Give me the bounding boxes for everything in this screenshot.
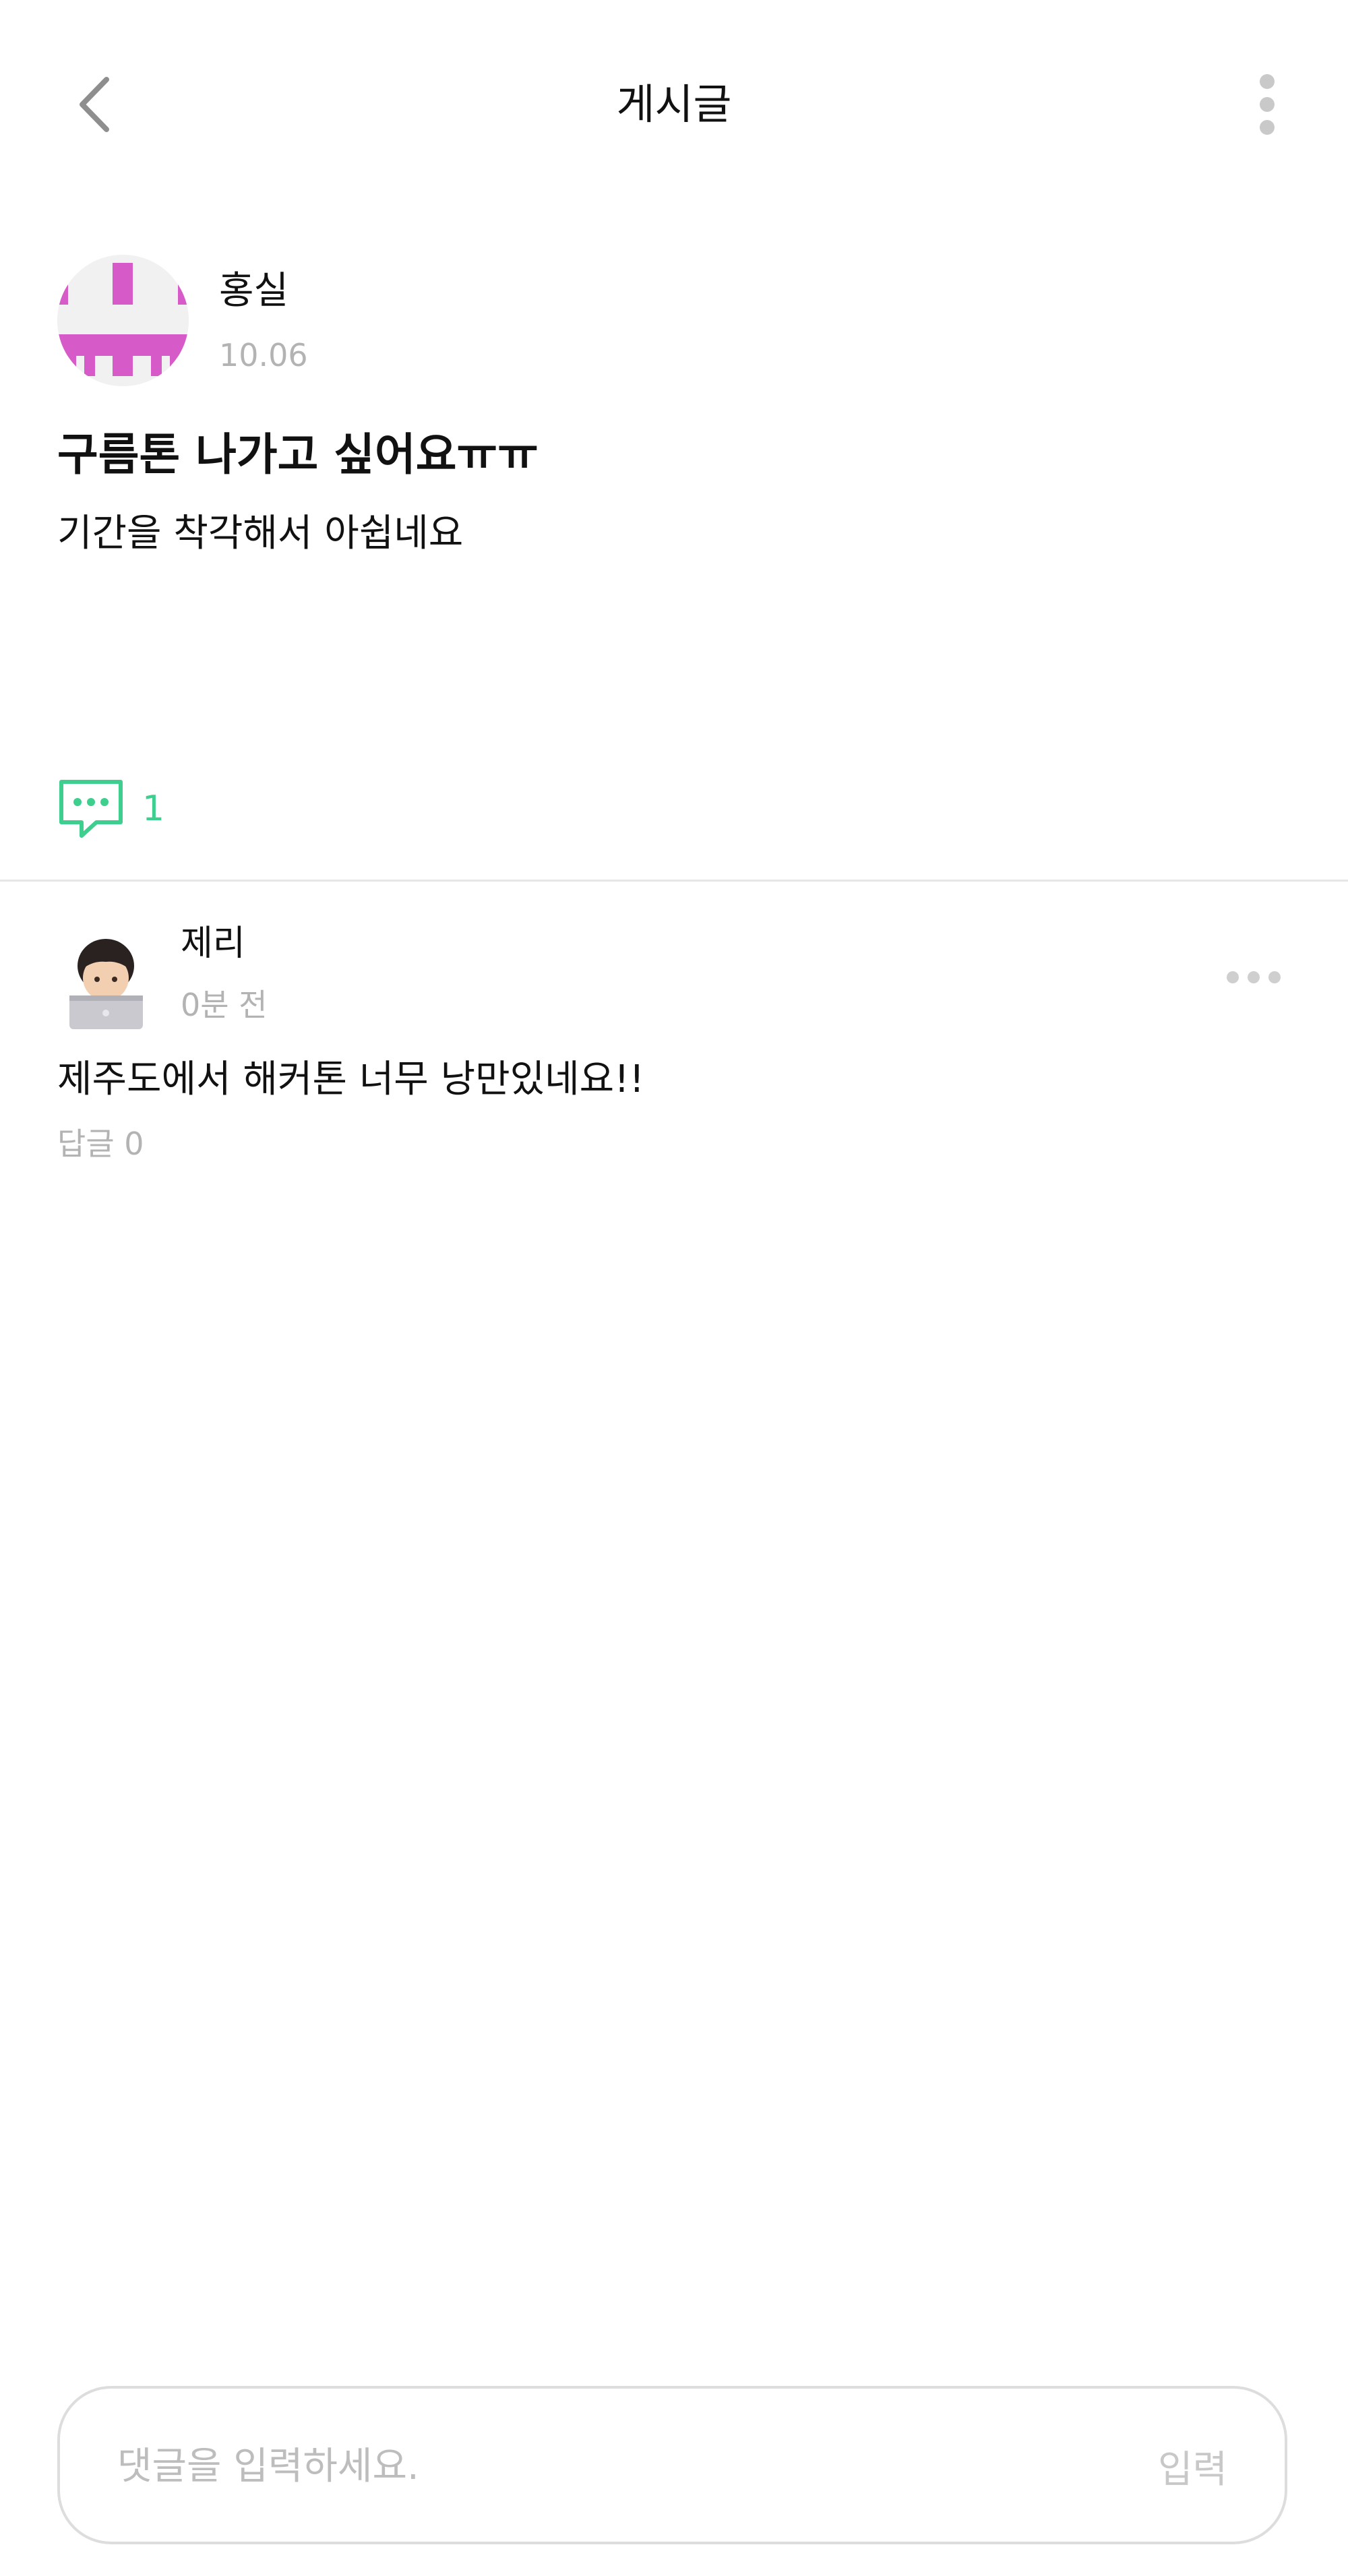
horizontal-dots-icon-dot (1248, 971, 1260, 983)
comment-count: 1 (142, 789, 165, 829)
submit-comment-button[interactable]: 입력 (1158, 2429, 1227, 2503)
top-bar: 게시글 (0, 0, 1348, 202)
comment-more-button[interactable] (1227, 957, 1281, 998)
post-author-name[interactable]: 홍실 (219, 264, 288, 318)
horizontal-dots-icon (1227, 971, 1239, 983)
post-title: 구름톤 나가고 싶어요ㅠㅠ (57, 429, 539, 481)
reply-button[interactable]: 답글 0 (57, 1120, 144, 1167)
post-detail-screen: 게시글 홍실 10.06 구름톤 나가고 싶어요ㅠㅠ 기간을 착각해서 아쉽네요 (0, 0, 1348, 2576)
comment-author-avatar[interactable] (64, 933, 148, 1031)
plus-pattern-avatar (57, 255, 189, 386)
comment-bubble-icon (59, 780, 123, 838)
comment-author-name[interactable]: 제리 (181, 918, 245, 969)
post-date: 10.06 (219, 337, 308, 373)
comment-input[interactable] (117, 2429, 1061, 2503)
comment-time: 0분 전 (181, 987, 268, 1023)
vertical-dots-icon-dot (1260, 97, 1275, 112)
post-author-avatar[interactable] (57, 255, 189, 386)
post-body: 기간을 착각해서 아쉽네요 (57, 512, 464, 555)
comment-input-bar: 입력 (57, 2386, 1287, 2544)
horizontal-dots-icon-dot (1268, 971, 1281, 983)
page-title: 게시글 (616, 80, 732, 129)
memoji-laptop-avatar (69, 939, 143, 1029)
more-options-button[interactable] (1244, 67, 1291, 142)
comment-count-button[interactable]: 1 (57, 775, 164, 842)
vertical-dots-icon-dot (1260, 120, 1275, 135)
comment-text: 제주도에서 해커톤 너무 낭만있네요!! (57, 1057, 645, 1101)
vertical-dots-icon (1260, 74, 1275, 89)
section-divider (0, 880, 1348, 882)
